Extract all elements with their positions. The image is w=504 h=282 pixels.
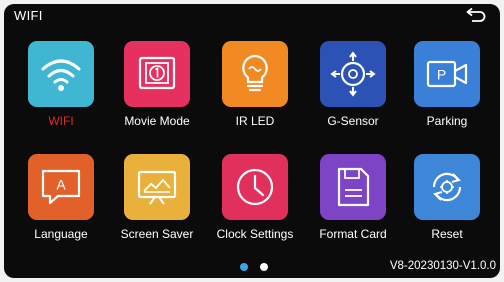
language-tile[interactable]: A xyxy=(28,154,94,220)
parking-tile[interactable]: P xyxy=(414,41,480,107)
movie-mode-tile[interactable] xyxy=(124,41,190,107)
language-icon: A xyxy=(41,169,81,205)
clock-settings-tile[interactable] xyxy=(222,154,288,220)
screen-saver-tile[interactable] xyxy=(124,154,190,220)
menu-label-g-sensor: G-Sensor xyxy=(327,114,379,128)
screen-saver-icon xyxy=(137,170,177,205)
format-card-tile[interactable] xyxy=(320,154,386,220)
page-dot-1[interactable] xyxy=(240,263,248,271)
firmware-version: V8-20230130-V1.0.0 xyxy=(389,260,496,272)
wifi-icon xyxy=(41,59,81,91)
svg-text:A: A xyxy=(56,177,66,193)
clock-icon xyxy=(236,168,274,206)
format-card-icon xyxy=(337,167,370,207)
menu-label-language: Language xyxy=(34,227,88,241)
menu-label-format-card: Format Card xyxy=(319,227,387,241)
svg-text:P: P xyxy=(437,67,446,83)
menu-label-reset: Reset xyxy=(431,227,463,241)
menu-label-clock-settings: Clock Settings xyxy=(216,227,294,241)
settings-grid: WIFI Movie Mode IR LED G-Sensor P Parkin… xyxy=(4,4,500,278)
ir-led-tile[interactable] xyxy=(222,41,288,107)
parking-icon: P xyxy=(426,60,468,88)
page-indicator[interactable] xyxy=(240,263,280,273)
g-sensor-icon xyxy=(330,51,376,97)
menu-label-screen-saver: Screen Saver xyxy=(120,227,194,241)
reset-tile[interactable] xyxy=(414,154,480,220)
menu-label-ir-led: IR LED xyxy=(235,114,275,128)
menu-label-parking: Parking xyxy=(426,114,468,128)
lightbulb-icon xyxy=(242,54,268,92)
g-sensor-tile[interactable] xyxy=(320,41,386,107)
page-dot-2[interactable] xyxy=(260,263,268,271)
wifi-tile[interactable] xyxy=(28,41,94,107)
menu-label-wifi: WIFI xyxy=(48,114,74,128)
camera-settings-screen: WIFI WIFI Movie Mode IR LED G-Sensor P P… xyxy=(4,4,500,278)
menu-label-movie-mode: Movie Mode xyxy=(124,114,190,128)
reset-icon xyxy=(432,172,462,202)
movie-mode-icon xyxy=(138,56,176,90)
